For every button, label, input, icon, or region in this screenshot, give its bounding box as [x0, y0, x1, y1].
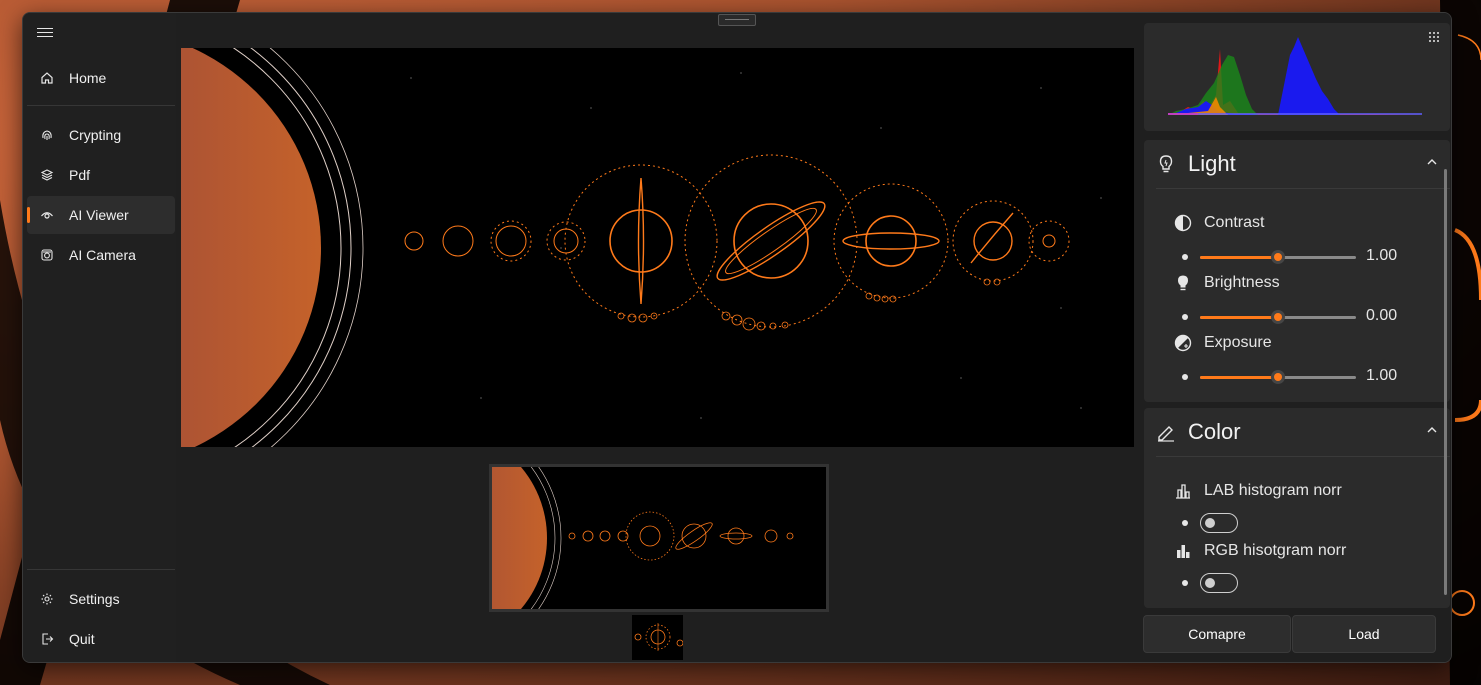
app-window: Home Crypting Pdf AI Viewer AI Camera Se… [22, 12, 1452, 663]
bullet-dot [1182, 254, 1188, 260]
hamburger-menu-icon[interactable] [37, 25, 53, 39]
slider-thumb[interactable] [1271, 370, 1285, 384]
slider-thumb[interactable] [1271, 310, 1285, 324]
lab-histogram-label: LAB histogram norr [1204, 482, 1342, 499]
color-section-header[interactable]: Color [1144, 408, 1450, 456]
sidebar-divider [27, 569, 175, 570]
adjustments-panel: Light Contrast 1.00 Brightness 0.00 Expo… [1143, 13, 1451, 662]
rgb-histogram-toggle[interactable] [1200, 573, 1238, 593]
thumbnail-selected[interactable] [489, 464, 829, 612]
camera-icon [39, 247, 55, 263]
home-icon [39, 70, 55, 86]
grid-menu-icon[interactable] [1428, 31, 1440, 43]
slider-thumb[interactable] [1271, 250, 1285, 264]
contrast-icon [1174, 214, 1192, 232]
bar-chart-icon [1174, 482, 1192, 500]
thumbnail-image [492, 467, 794, 609]
bullet-dot [1182, 580, 1188, 586]
brightness-label-row: Brightness [1174, 274, 1280, 292]
contrast-value: 1.00 [1366, 247, 1398, 264]
window-drag-handle[interactable] [718, 14, 756, 26]
nav-item-label: Crypting [69, 127, 122, 143]
lightbulb-icon [1156, 154, 1176, 174]
bulb-icon [1174, 274, 1192, 292]
compare-button[interactable]: Comapre [1143, 615, 1291, 653]
nav-item-crypting[interactable]: Crypting [27, 116, 175, 154]
lab-histogram-toggle[interactable] [1200, 513, 1238, 533]
contrast-label-row: Contrast [1174, 214, 1264, 232]
bullet-dot [1182, 314, 1188, 320]
rgb-histogram-label-row: RGB hisotgram norr [1174, 542, 1346, 560]
exposure-value: 1.00 [1366, 367, 1398, 384]
brightness-label: Brightness [1204, 274, 1280, 291]
exposure-label: Exposure [1204, 334, 1272, 351]
nav-item-ai-camera[interactable]: AI Camera [27, 236, 175, 274]
nav-item-settings[interactable]: Settings [27, 580, 175, 618]
section-title: Color [1188, 419, 1241, 444]
nav-item-label: AI Camera [69, 247, 136, 263]
nav-item-label: AI Viewer [69, 207, 129, 223]
nav-item-label: Pdf [69, 167, 91, 183]
chevron-up-icon[interactable] [1426, 156, 1438, 168]
section-divider [1156, 456, 1450, 457]
histogram-chart [1168, 37, 1422, 115]
thumbnail-secondary[interactable] [632, 615, 683, 660]
slider-fill [1200, 376, 1278, 379]
histogram-card [1144, 23, 1450, 131]
nav-item-label: Home [69, 70, 107, 86]
thumbnail-image [634, 623, 683, 651]
slider-fill [1200, 256, 1278, 259]
exposure-label-row: Exposure [1174, 334, 1272, 352]
solar-system-image [181, 48, 1102, 447]
nav-item-pdf[interactable]: Pdf [27, 156, 175, 194]
pen-icon [1156, 422, 1176, 442]
exposure-icon [1174, 334, 1192, 352]
gear-icon [39, 591, 55, 607]
eye-icon [39, 207, 55, 223]
contrast-slider[interactable] [1200, 247, 1356, 267]
bar-chart-filled-icon [1174, 542, 1192, 560]
load-button[interactable]: Load [1292, 615, 1436, 653]
sidebar-divider [27, 105, 175, 106]
section-divider [1156, 188, 1450, 189]
light-section-header[interactable]: Light [1144, 140, 1450, 188]
nav-item-label: Settings [69, 591, 120, 607]
layers-icon [39, 167, 55, 183]
selection-indicator [489, 531, 492, 547]
panel-scrollbar[interactable] [1444, 169, 1447, 595]
section-title: Light [1188, 151, 1236, 176]
nav-item-home[interactable]: Home [27, 59, 175, 97]
toggle-knob [1205, 578, 1215, 588]
bullet-dot [1182, 374, 1188, 380]
nav-item-label: Quit [69, 631, 95, 647]
image-preview[interactable] [181, 48, 1134, 447]
nav-item-quit[interactable]: Quit [27, 620, 175, 658]
slider-fill [1200, 316, 1278, 319]
chevron-up-icon[interactable] [1426, 424, 1438, 436]
bullet-dot [1182, 520, 1188, 526]
brightness-value: 0.00 [1366, 307, 1398, 324]
exposure-slider[interactable] [1200, 367, 1356, 387]
sidebar: Home Crypting Pdf AI Viewer AI Camera Se… [23, 13, 176, 662]
exit-icon [39, 631, 55, 647]
toggle-knob [1205, 518, 1215, 528]
rgb-histogram-label: RGB hisotgram norr [1204, 542, 1347, 559]
nav-item-ai-viewer[interactable]: AI Viewer [27, 196, 175, 234]
contrast-label: Contrast [1204, 214, 1265, 231]
light-section: Light Contrast 1.00 Brightness 0.00 Expo… [1144, 140, 1450, 402]
color-section: Color LAB histogram norr RGB hisotgram n… [1144, 408, 1450, 608]
lab-histogram-label-row: LAB histogram norr [1174, 482, 1342, 500]
brightness-slider[interactable] [1200, 307, 1356, 327]
fingerprint-icon [39, 127, 55, 143]
